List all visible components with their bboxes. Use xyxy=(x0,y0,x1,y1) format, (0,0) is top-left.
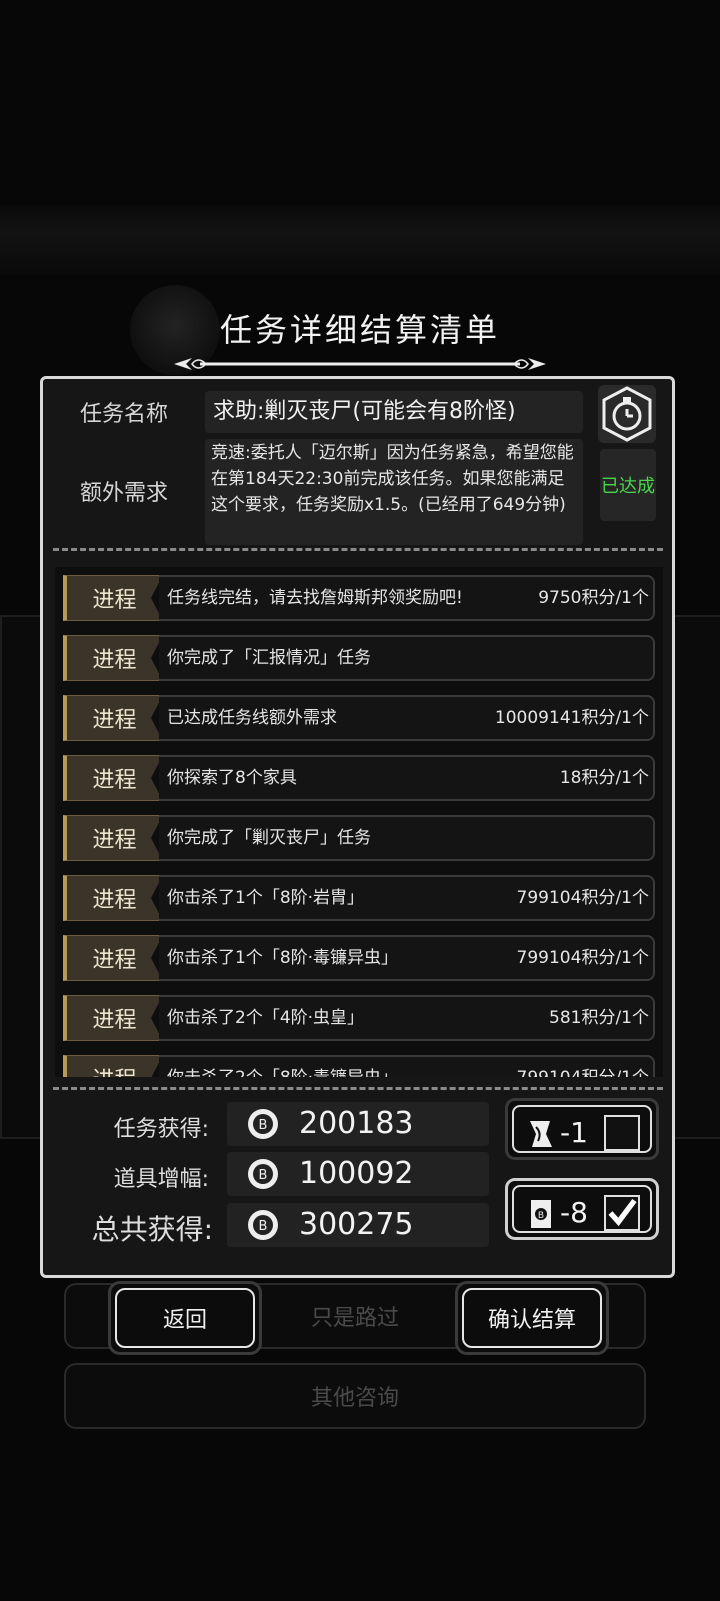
divider-bottom xyxy=(53,1087,663,1090)
progress-tag: 进程 xyxy=(63,695,163,741)
progress-text: 已达成任务线额外需求 xyxy=(167,708,337,728)
progress-points: 10009141积分/1个 xyxy=(494,708,649,728)
progress-row: 进程 你击杀了2个「4阶·虫皇」 581积分/1个 xyxy=(63,991,655,1043)
progress-text: 你完成了「汇报情况」任务 xyxy=(167,648,371,668)
checkmark-icon xyxy=(608,1198,637,1227)
progress-row: 进程 你击杀了1个「8阶·毒镰异虫」 799104积分/1个 xyxy=(63,931,655,983)
progress-tag: 进程 xyxy=(63,815,163,861)
progress-points: 799104积分/1个 xyxy=(517,1057,649,1077)
stopwatch-icon xyxy=(598,385,656,443)
confirm-settlement-button[interactable]: 确认结算 xyxy=(455,1281,609,1355)
svg-text:B: B xyxy=(259,1118,268,1133)
progress-body: 任务线完结，请去找詹姆斯邦领奖励吧! 9750积分/1个 xyxy=(159,575,655,621)
progress-text: 你探索了8个家具 xyxy=(167,768,297,788)
progress-body: 你完成了「汇报情况」任务 xyxy=(159,635,655,681)
task-reward-value: 200183 xyxy=(299,1106,414,1141)
progress-points: 18积分/1个 xyxy=(559,768,649,788)
item-bonus-value: 100092 xyxy=(299,1156,414,1191)
progress-tag: 进程 xyxy=(63,635,163,681)
progress-tag: 进程 xyxy=(63,875,163,921)
coin-icon: B xyxy=(248,1109,278,1139)
task-reward-box: B 200183 xyxy=(227,1102,489,1146)
scroll-item-checkbox[interactable] xyxy=(604,1115,640,1151)
progress-body: 已达成任务线额外需求 10009141积分/1个 xyxy=(159,695,655,741)
coin-icon: B xyxy=(248,1210,278,1240)
back-button[interactable]: 返回 xyxy=(108,1281,262,1355)
divider-top xyxy=(53,548,663,551)
extra-requirement-label: 额外需求 xyxy=(80,481,169,506)
progress-tag: 进程 xyxy=(63,575,163,621)
item-bonus-label: 道具增幅: xyxy=(113,1167,209,1192)
total-reward-value: 300275 xyxy=(299,1207,414,1242)
title-ornament xyxy=(174,358,546,370)
task-name-label: 任务名称 xyxy=(80,402,169,427)
progress-body: 你探索了8个家具 18积分/1个 xyxy=(159,755,655,801)
item-toggle-ticket[interactable]: B -8 xyxy=(505,1178,659,1240)
extra-requirement-text: 竞速:委托人「迈尔斯」因为任务紧急，希望您能在第184天22:30前完成该任务。… xyxy=(205,439,583,545)
progress-row: 进程 你完成了「剿灭丧尸」任务 xyxy=(63,811,655,863)
progress-text: 你击杀了1个「8阶·毒镰异虫」 xyxy=(167,948,399,968)
progress-body: 你完成了「剿灭丧尸」任务 xyxy=(159,815,655,861)
background-dialog-text xyxy=(0,205,720,275)
scroll-item-count: -1 xyxy=(560,1116,588,1149)
coin-icon: B xyxy=(248,1159,278,1189)
progress-tag: 进程 xyxy=(63,755,163,801)
progress-points: 799104积分/1个 xyxy=(516,888,649,908)
progress-row: 进程 任务线完结，请去找詹姆斯邦领奖励吧! 9750积分/1个 xyxy=(63,571,655,623)
progress-text: 你击杀了2个「4阶·虫皇」 xyxy=(167,1008,365,1028)
svg-text:B: B xyxy=(259,1168,268,1183)
dialog-title: 任务详细结算清单 xyxy=(219,311,500,349)
ticket-item-checkbox[interactable] xyxy=(604,1195,640,1231)
settlement-dialog: 任务名称 求助:剿灭丧尸(可能会有8阶怪) 额外需求 竞速:委托人「迈尔斯」因为… xyxy=(40,376,675,1278)
progress-tag: 进程 xyxy=(63,995,163,1041)
progress-list[interactable]: 进程 任务线完结，请去找詹姆斯邦领奖励吧! 9750积分/1个 进程 你完成了「汇报情况… xyxy=(55,567,663,1077)
progress-body: 你击杀了1个「8阶·毒镰异虫」 799104积分/1个 xyxy=(159,935,655,981)
progress-body: 你击杀了1个「8阶·岩胄」 799104积分/1个 xyxy=(159,875,655,921)
total-reward-label: 总共获得: xyxy=(91,1213,213,1246)
scroll-icon xyxy=(530,1121,552,1147)
progress-text: 你完成了「剿灭丧尸」任务 xyxy=(167,828,371,848)
progress-points: 581积分/1个 xyxy=(549,1008,649,1028)
item-toggle-scroll[interactable]: -1 xyxy=(505,1098,659,1160)
progress-body: 你击杀了2个「8阶·毒镰异虫」 799104积分/1个 xyxy=(159,1055,655,1077)
progress-row: 进程 你击杀了1个「8阶·岩胄」 799104积分/1个 xyxy=(63,871,655,923)
task-name-value: 求助:剿灭丧尸(可能会有8阶怪) xyxy=(205,391,583,433)
progress-points: 9750积分/1个 xyxy=(538,588,649,608)
background-other-inquiry-option: 其他咨询 xyxy=(64,1363,646,1429)
svg-text:B: B xyxy=(259,1219,268,1234)
item-bonus-box: B 100092 xyxy=(227,1152,489,1196)
progress-row: 进程 你完成了「汇报情况」任务 xyxy=(63,631,655,683)
progress-tag: 进程 xyxy=(63,1055,163,1077)
progress-points: 799104积分/1个 xyxy=(516,948,649,968)
progress-text: 你击杀了2个「8阶·毒镰异虫」 xyxy=(167,1057,398,1077)
extra-requirement-status: 已达成 xyxy=(600,449,656,521)
task-reward-label: 任务获得: xyxy=(113,1117,209,1142)
total-reward-box: B 300275 xyxy=(227,1203,489,1247)
progress-text: 你击杀了1个「8阶·岩胄」 xyxy=(167,888,365,908)
ticket-item-count: -8 xyxy=(560,1196,588,1229)
svg-text:B: B xyxy=(538,1211,544,1221)
progress-row: 进程你击杀了2个「8阶·毒镰异虫」 799104积分/1个 xyxy=(63,1051,655,1077)
progress-row: 进程 已达成任务线额外需求 10009141积分/1个 xyxy=(63,691,655,743)
progress-text: 任务线完结，请去找詹姆斯邦领奖励吧! xyxy=(167,588,463,608)
progress-body: 你击杀了2个「4阶·虫皇」 581积分/1个 xyxy=(159,995,655,1041)
progress-row: 进程 你探索了8个家具 18积分/1个 xyxy=(63,751,655,803)
progress-tag: 进程 xyxy=(63,935,163,981)
dialog-title-area: 任务详细结算清单 xyxy=(170,310,550,375)
ticket-icon: B xyxy=(531,1200,551,1228)
